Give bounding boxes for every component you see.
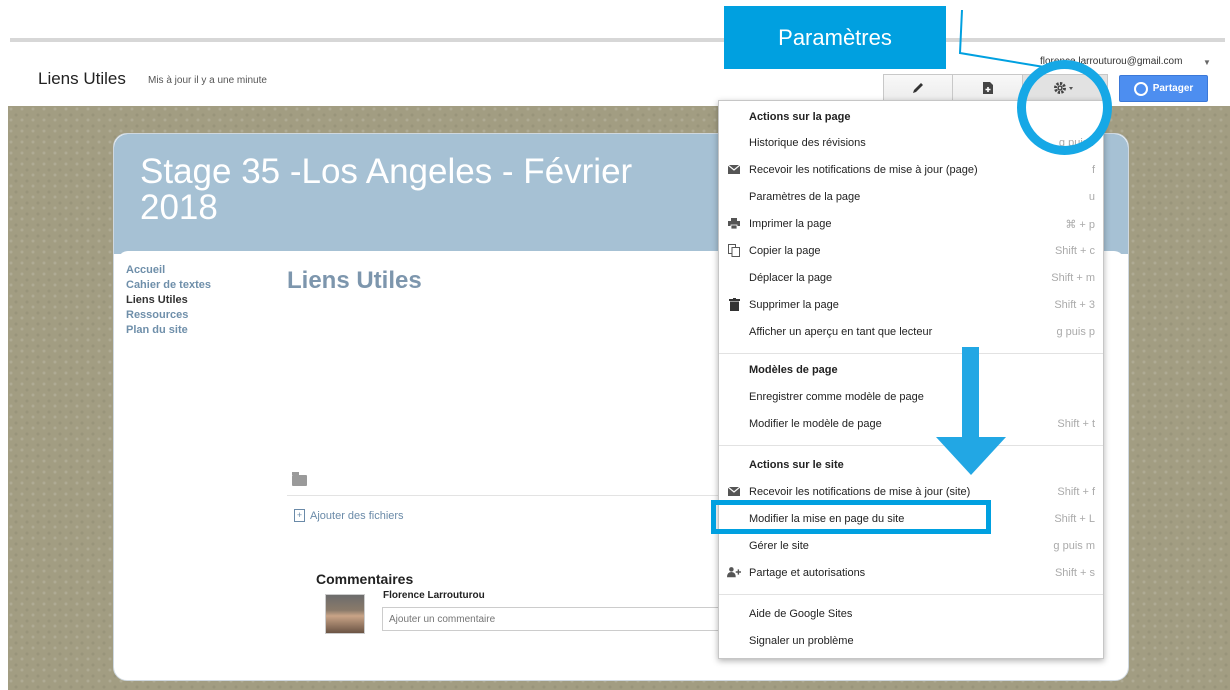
menu-item-copy-page[interactable]: Copier la page Shift + c [719, 237, 1103, 263]
new-page-button[interactable] [953, 74, 1023, 102]
menu-separator [719, 353, 1103, 354]
trash-icon [727, 297, 741, 311]
menu-section-page-actions: Actions sur la page [749, 111, 851, 123]
menu-item-label: Partage et autorisations [749, 567, 866, 579]
account-menu-caret-icon[interactable]: ▼ [1203, 58, 1211, 67]
menu-item-label: Imprimer la page [749, 218, 832, 230]
menu-item-shortcut: Shift + m [1051, 272, 1095, 284]
callout-leader-line [958, 10, 1045, 68]
menu-item-label: Paramètres de la page [749, 191, 861, 203]
last-updated-text: Mis à jour il y a une minute [148, 75, 267, 86]
nav-item-liens-utiles[interactable]: Liens Utiles [126, 293, 211, 308]
highlight-circle [1017, 60, 1112, 155]
new-page-icon [982, 82, 993, 94]
nav-item-plan-du-site[interactable]: Plan du site [126, 323, 211, 338]
menu-item-print-page[interactable]: Imprimer la page ⌘ + p [719, 210, 1103, 236]
menu-item-label: Enregistrer comme modèle de page [749, 391, 924, 403]
menu-item-shortcut: u [1088, 191, 1095, 203]
menu-item-label: Aide de Google Sites [749, 608, 853, 620]
menu-item-shortcut: Shift + t [1057, 418, 1095, 430]
down-arrow-head [936, 437, 1006, 475]
menu-item-page-notifications[interactable]: Recevoir les notifications de mise à jou… [719, 156, 1103, 182]
menu-item-label: Recevoir les notifications de mise à jou… [749, 486, 971, 498]
menu-section-site-actions: Actions sur le site [749, 459, 844, 471]
menu-item-shortcut: ⌘ + p [1065, 219, 1095, 231]
add-files-link[interactable]: + Ajouter des fichiers [294, 509, 404, 522]
site-header-title: Stage 35 -Los Angeles - Février 2018 [140, 152, 633, 227]
menu-item-shortcut: g puis p [1056, 326, 1095, 338]
page-title: Liens Utiles [38, 69, 126, 88]
menu-item-preview-as-viewer[interactable]: Afficher un aperçu en tant que lecteur g… [719, 318, 1103, 344]
menu-item-shortcut: Shift + c [1054, 245, 1095, 257]
comment-input[interactable] [382, 607, 726, 631]
menu-item-move-page[interactable]: Déplacer la page Shift + m [719, 264, 1103, 290]
print-icon [727, 216, 741, 230]
menu-item-label: Déplacer la page [749, 272, 833, 284]
callout-parametres: Paramètres [724, 6, 946, 69]
menu-section-page-templates: Modèles de page [749, 364, 838, 376]
menu-item-shortcut: Shift + 3 [1054, 299, 1095, 311]
site-navigation: Accueil Cahier de textes Liens Utiles Re… [126, 263, 211, 338]
add-files-label: Ajouter des fichiers [310, 509, 404, 522]
settings-dropdown-menu: Actions sur la page Historique des révis… [718, 100, 1104, 659]
pencil-icon [913, 83, 923, 93]
menu-item-label: Gérer le site [749, 540, 809, 552]
menu-item-google-sites-help[interactable]: Aide de Google Sites [719, 600, 1103, 626]
share-button[interactable]: Partager [1119, 75, 1208, 102]
menu-item-label: Historique des révisions [749, 137, 866, 149]
menu-item-label: Recevoir les notifications de mise à jou… [749, 164, 978, 176]
menu-item-delete-page[interactable]: Supprimer la page Shift + 3 [719, 291, 1103, 317]
mail-icon [727, 162, 741, 176]
share-label: Partager [1152, 83, 1194, 94]
globe-icon [1133, 81, 1148, 96]
copy-icon [727, 243, 741, 257]
menu-separator [719, 594, 1103, 595]
nav-item-accueil[interactable]: Accueil [126, 263, 211, 278]
menu-item-edit-page-template[interactable]: Modifier le modèle de page Shift + t [719, 410, 1103, 436]
menu-item-shortcut: Shift + f [1057, 486, 1095, 498]
menu-item-manage-site[interactable]: Gérer le site g puis m [719, 532, 1103, 558]
menu-item-page-settings[interactable]: Paramètres de la page u [719, 183, 1103, 209]
menu-item-label: Supprimer la page [749, 299, 839, 311]
menu-item-sharing-permissions[interactable]: Partage et autorisations Shift + s [719, 559, 1103, 585]
menu-item-shortcut: Shift + s [1054, 567, 1095, 579]
edit-page-button[interactable] [883, 74, 953, 102]
comments-heading: Commentaires [316, 571, 414, 587]
menu-item-save-as-template[interactable]: Enregistrer comme modèle de page [719, 383, 1103, 409]
menu-item-shortcut: f [1091, 164, 1095, 176]
nav-item-ressources[interactable]: Ressources [126, 308, 211, 323]
add-person-icon [727, 565, 741, 579]
menu-item-label: Modifier le modèle de page [749, 418, 882, 430]
menu-item-shortcut: Shift + L [1054, 513, 1095, 525]
page-heading: Liens Utiles [287, 267, 422, 294]
menu-item-report-problem[interactable]: Signaler un problème [719, 627, 1103, 653]
mail-icon [727, 484, 741, 498]
attachments-divider [287, 495, 722, 496]
down-arrow [962, 347, 979, 439]
folder-icon [292, 472, 307, 486]
menu-separator [719, 445, 1103, 446]
menu-item-shortcut: g puis m [1053, 540, 1095, 552]
add-file-icon: + [294, 509, 305, 522]
highlight-box [711, 500, 991, 534]
avatar [325, 594, 365, 634]
comment-author-name: Florence Larrouturou [383, 590, 485, 601]
nav-item-cahier-de-textes[interactable]: Cahier de textes [126, 278, 211, 293]
menu-item-label: Signaler un problème [749, 635, 854, 647]
menu-item-label: Afficher un aperçu en tant que lecteur [749, 326, 933, 338]
menu-item-label: Copier la page [749, 245, 821, 257]
